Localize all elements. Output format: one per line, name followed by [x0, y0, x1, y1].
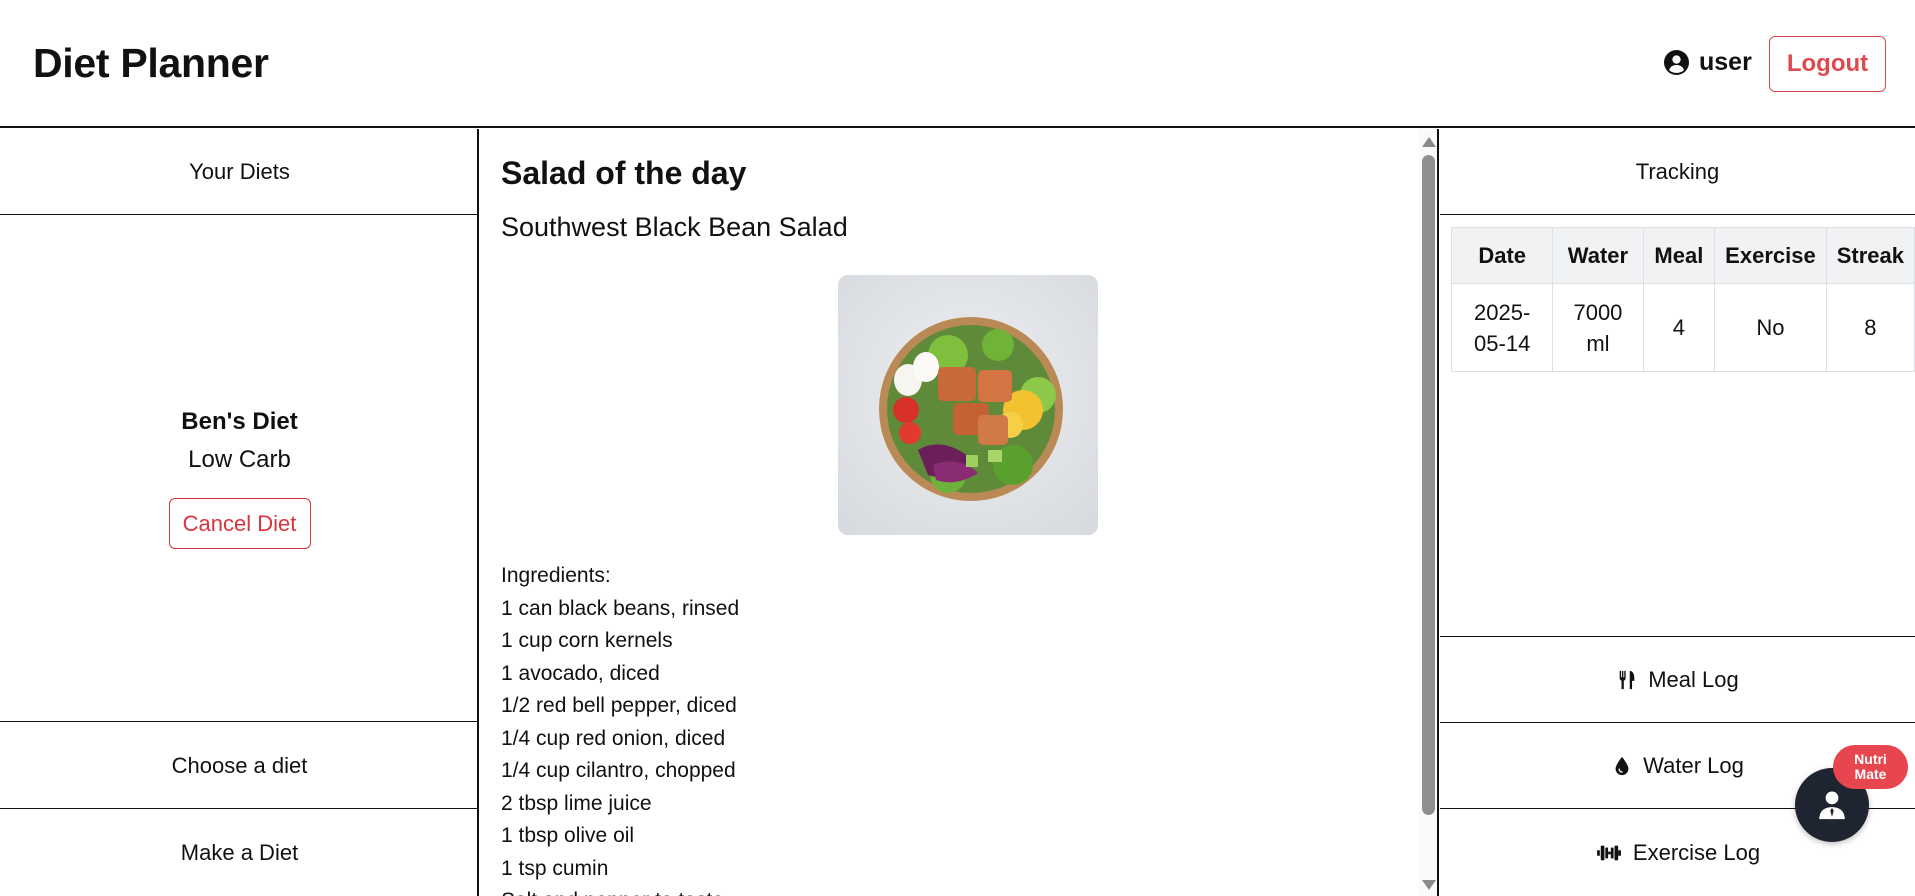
diet-name: Ben's Diet: [181, 408, 298, 435]
table-row: 2025-05-14 7000 ml 4 No 8: [1450, 283, 1915, 372]
ingredient-item: 1/4 cup cilantro, chopped: [501, 759, 736, 782]
column-header-streak: Streak: [1825, 227, 1915, 284]
cancel-diet-button[interactable]: Cancel Diet: [168, 498, 311, 549]
cell-water: 7000 ml: [1552, 283, 1644, 372]
ingredient-item: 1 tsp cumin: [501, 856, 609, 880]
column-header-date: Date: [1450, 227, 1554, 284]
meal-log-button[interactable]: Meal Log: [1440, 636, 1915, 722]
droplet-icon: [1615, 756, 1629, 775]
scroll-down-arrow-icon[interactable]: [1422, 880, 1436, 890]
diet-card: Ben's Diet Low Carb Cancel Diet: [0, 216, 479, 722]
ingredients-list: Ingredients: 1 can black beans, rinsed 1…: [501, 560, 739, 896]
cell-exercise: No: [1714, 283, 1827, 372]
salad-heading: Salad of the day: [501, 155, 747, 191]
cell-streak: 8: [1825, 283, 1915, 372]
choose-diet-button[interactable]: Choose a diet: [0, 723, 479, 809]
diet-type: Low Carb: [188, 446, 291, 473]
table-header-row: Date Water Meal Exercise Streak: [1450, 227, 1915, 284]
ingredient-item: 1 can black beans, rinsed: [501, 596, 740, 620]
scroll-thumb[interactable]: [1422, 155, 1435, 815]
ingredient-item: 1 cup corn kernels: [501, 629, 673, 652]
your-diets-tab[interactable]: Your Diets: [0, 129, 479, 215]
cell-meal: 4: [1642, 283, 1716, 372]
salad-name: Southwest Black Bean Salad: [501, 212, 848, 242]
app-title: Diet Planner: [33, 40, 269, 86]
ingredient-item: 1/4 cup red onion, diced: [501, 726, 726, 750]
ingredients-label: Ingredients:: [501, 564, 611, 587]
column-header-exercise: Exercise: [1714, 227, 1827, 284]
center-scrollbar[interactable]: [1419, 129, 1437, 896]
ingredient-item: Salt and pepper to taste: [501, 885, 739, 896]
ingredient-item: 1 avocado, diced: [501, 661, 660, 685]
column-header-meal: Meal: [1642, 227, 1716, 284]
tracking-title: Tracking: [1440, 129, 1915, 215]
column-header-water: Water: [1552, 227, 1644, 284]
cell-date: 2025-05-14: [1450, 283, 1554, 372]
water-log-label: Water Log: [1643, 752, 1744, 778]
meal-log-label: Meal Log: [1648, 666, 1739, 692]
badge-line-2: Mate: [1854, 766, 1887, 782]
user-menu[interactable]: user: [1664, 48, 1752, 77]
app-header: Diet Planner user Logout: [0, 0, 1915, 128]
badge-line-1: Nutri: [1854, 751, 1887, 767]
user-circle-icon: [1664, 50, 1689, 75]
ingredient-item: 1 tbsp olive oil: [501, 824, 635, 847]
utensils-icon: [1619, 670, 1635, 689]
user-tie-icon: [1819, 791, 1845, 820]
exercise-log-label: Exercise Log: [1632, 839, 1761, 865]
username-label: user: [1699, 48, 1752, 76]
salad-panel: Salad of the day Southwest Black Bean Sa…: [481, 129, 1439, 896]
salad-bowl-image: [838, 275, 1098, 535]
tracking-table: Date Water Meal Exercise Streak 2025-05-…: [1450, 227, 1915, 372]
logout-button[interactable]: Logout: [1769, 36, 1886, 92]
make-diet-button[interactable]: Make a Diet: [0, 810, 479, 896]
dumbbell-icon: [1596, 845, 1621, 860]
ingredient-item: 2 tbsp lime juice: [501, 791, 652, 815]
ingredient-item: 1/2 red bell pepper, diced: [501, 694, 737, 717]
left-panel: Your Diets Ben's Diet Low Carb Cancel Di…: [0, 129, 479, 896]
nutrimate-badge[interactable]: Nutri Mate: [1833, 745, 1908, 789]
scroll-up-arrow-icon[interactable]: [1422, 137, 1436, 147]
